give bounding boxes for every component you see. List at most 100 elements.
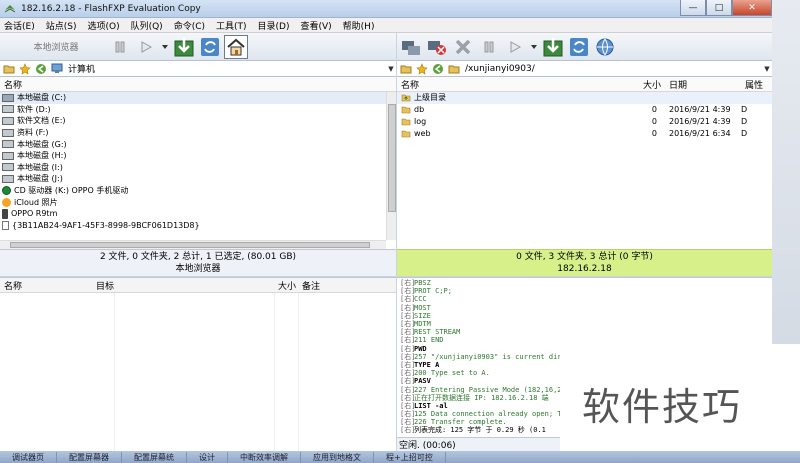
home-button[interactable] xyxy=(224,34,248,59)
menu-tools[interactable]: 工具(T) xyxy=(216,19,247,32)
phone-icon xyxy=(2,208,8,219)
folder-icon xyxy=(401,130,411,138)
taskbar-item[interactable]: 应用到地格文 xyxy=(301,451,374,463)
local-toolbar: 本地浏览器 xyxy=(0,33,396,61)
home-icon xyxy=(227,38,245,55)
menu-help[interactable]: 帮助(H) xyxy=(343,19,375,32)
hard-drive-icon xyxy=(2,116,14,125)
local-vertical-scrollbar[interactable] xyxy=(386,92,396,240)
list-item[interactable]: CD 驱动器 (K:) OPPO 手机驱动 xyxy=(0,185,396,197)
go-back-icon[interactable] xyxy=(34,62,48,76)
menu-commands[interactable]: 命令(C) xyxy=(174,19,205,32)
abort-button[interactable] xyxy=(451,35,475,59)
taskbar-item[interactable]: 中断效率调解 xyxy=(228,451,301,463)
list-item[interactable]: 本地磁盘 (I:) xyxy=(0,162,396,174)
scroll-thumb[interactable] xyxy=(388,104,396,212)
play-icon xyxy=(510,40,522,53)
list-item[interactable]: 本地磁盘 (J:) xyxy=(0,173,396,185)
transfer-queue[interactable]: 名称 目标 大小 备注 xyxy=(0,277,396,452)
column-header-name[interactable]: 名称 xyxy=(0,279,92,292)
column-header-name[interactable]: 名称 xyxy=(397,78,633,91)
menu-sites[interactable]: 站点(S) xyxy=(46,19,77,32)
list-item[interactable]: 本地磁盘 (C:) xyxy=(0,92,396,104)
local-horizontal-scrollbar[interactable] xyxy=(0,240,386,249)
taskbar-item[interactable]: 设计 xyxy=(187,451,228,463)
close-button[interactable]: ✕ xyxy=(732,0,772,16)
column-header-attr[interactable]: 属性 xyxy=(741,78,769,91)
favorite-star-icon[interactable] xyxy=(18,62,32,76)
list-item[interactable]: 本地磁盘 (G:) xyxy=(0,138,396,150)
column-header-size[interactable]: 大小 xyxy=(274,279,298,292)
scroll-thumb[interactable] xyxy=(10,242,370,248)
taskbar-item[interactable]: 调试器页 xyxy=(0,451,57,463)
folder-icon xyxy=(401,118,411,126)
window-title: 182.16.2.18 - FlashFXP Evaluation Copy xyxy=(21,3,201,14)
remote-transfer-button[interactable] xyxy=(541,35,565,59)
table-row[interactable]: web 0 2016/9/21 6:34 D xyxy=(397,127,772,139)
column-divider xyxy=(298,293,299,452)
play-button[interactable] xyxy=(134,35,158,59)
flashfxp-logo-icon xyxy=(4,4,16,12)
maximize-button[interactable]: □ xyxy=(706,0,732,16)
remote-pause-button[interactable] xyxy=(477,35,501,59)
log-line: [右] SIZE xyxy=(400,311,431,320)
menu-queue[interactable]: 队列(Q) xyxy=(131,19,163,32)
taskbar-item[interactable]: 配置屏幕统 xyxy=(122,451,187,463)
hard-drive-icon xyxy=(2,151,14,160)
parent-directory-row[interactable]: 上级目录 xyxy=(397,92,772,104)
remote-file-list[interactable]: 名称 大小 日期 属性 上级目录 db 0 2016/9/21 4:39 D l… xyxy=(397,77,772,249)
remote-refresh-button[interactable] xyxy=(567,35,591,59)
table-row[interactable]: log 0 2016/9/21 4:39 D xyxy=(397,116,772,128)
log-line: [右] PROT C;P; xyxy=(400,287,452,296)
bookmark-folder-icon[interactable] xyxy=(2,62,16,76)
hard-drive-icon xyxy=(2,140,14,149)
minimize-button[interactable]: — xyxy=(680,0,706,16)
remote-home-button[interactable] xyxy=(593,35,617,59)
favorite-star-icon[interactable] xyxy=(415,62,429,76)
up-folder-icon xyxy=(401,95,411,102)
column-header-note[interactable]: 备注 xyxy=(298,279,358,292)
remote-path-input[interactable]: /xunjianyi0903/ xyxy=(461,64,762,74)
refresh-button[interactable] xyxy=(198,35,222,59)
menu-session[interactable]: 会话(E) xyxy=(4,19,35,32)
remote-path-dropdown[interactable]: ▼ xyxy=(762,65,772,73)
log-line: [右] CCC xyxy=(400,295,427,304)
list-item[interactable]: 本地磁盘 (H:) xyxy=(0,150,396,162)
menu-options[interactable]: 选项(O) xyxy=(87,19,119,32)
transfer-button[interactable] xyxy=(172,35,196,59)
download-green-icon xyxy=(174,37,194,56)
remote-play-button[interactable] xyxy=(503,35,527,59)
local-path-input[interactable]: 计算机 xyxy=(64,62,386,75)
list-item[interactable]: 软件 (D:) xyxy=(0,104,396,116)
local-column-headers: 名称 xyxy=(0,77,396,92)
column-header-target[interactable]: 目标 xyxy=(92,279,274,292)
list-item[interactable]: 资料 (F:) xyxy=(0,127,396,139)
column-header-name[interactable]: 名称 xyxy=(0,78,380,91)
menu-directory[interactable]: 目录(D) xyxy=(258,19,290,32)
table-row[interactable]: db 0 2016/9/21 4:39 D xyxy=(397,104,772,116)
chevron-down-icon xyxy=(531,44,537,49)
local-address-bar: 计算机 ▼ xyxy=(0,61,396,77)
disconnect-button[interactable] xyxy=(425,35,449,59)
column-header-size[interactable]: 大小 xyxy=(633,78,661,91)
connect-button[interactable] xyxy=(399,35,423,59)
column-header-date[interactable]: 日期 xyxy=(661,78,741,91)
play-dropdown-button[interactable] xyxy=(160,35,170,59)
local-file-list[interactable]: 名称 本地磁盘 (C:) 软件 (D:) 软件文档 (E:) 资料 (F:) 本… xyxy=(0,77,396,249)
taskbar-item[interactable]: 配置屏幕器 xyxy=(57,451,122,463)
go-back-icon[interactable] xyxy=(431,62,445,76)
list-item[interactable]: iCloud 照片 xyxy=(0,196,396,208)
remote-play-dropdown-button[interactable] xyxy=(529,35,539,59)
taskbar: 调试器页 配置屏幕器 配置屏幕统 设计 中断效率调解 应用到地格文 程+上招可控 xyxy=(0,451,800,463)
hard-drive-icon xyxy=(2,93,14,102)
list-item[interactable]: {3B11AB24-9AF1-45F3-8998-9BCF061D13D8} xyxy=(0,220,396,232)
globe-icon xyxy=(596,38,614,55)
list-item[interactable]: OPPO R9tm xyxy=(0,208,396,220)
connect-icon xyxy=(402,40,420,55)
local-path-dropdown[interactable]: ▼ xyxy=(386,65,396,73)
bookmark-folder-icon[interactable] xyxy=(399,62,413,76)
list-item[interactable]: 软件文档 (E:) xyxy=(0,115,396,127)
taskbar-item[interactable]: 程+上招可控 xyxy=(374,451,446,463)
pause-button[interactable] xyxy=(108,35,132,59)
menu-view[interactable]: 查看(V) xyxy=(300,19,331,32)
